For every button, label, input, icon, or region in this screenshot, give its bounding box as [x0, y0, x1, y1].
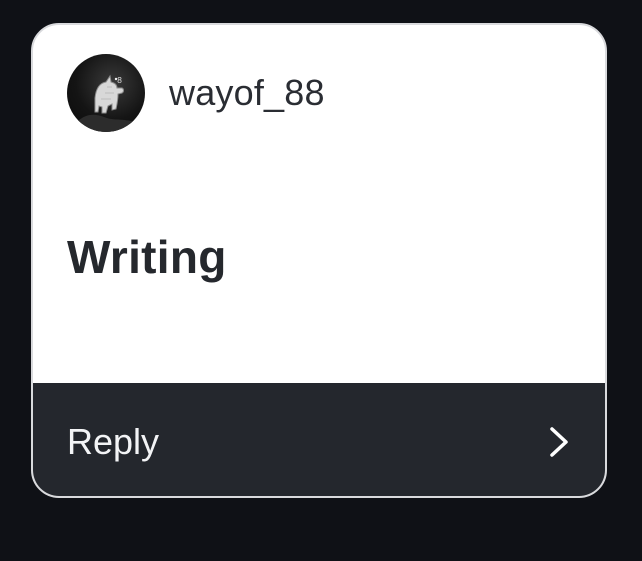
avatar-badge: 8: [117, 76, 122, 85]
avatar[interactable]: 8: [67, 54, 145, 132]
wolf-avatar-icon: 8: [77, 74, 134, 132]
reply-label: Reply: [67, 420, 160, 462]
chevron-right-icon: [550, 426, 568, 457]
username[interactable]: wayof_88: [169, 72, 325, 114]
post-title: Writing: [67, 231, 227, 283]
post-card[interactable]: 8 wayof_88 Writing Reply: [31, 23, 607, 498]
reply-button[interactable]: Reply: [33, 383, 605, 496]
post-header: 8 wayof_88: [67, 54, 325, 132]
